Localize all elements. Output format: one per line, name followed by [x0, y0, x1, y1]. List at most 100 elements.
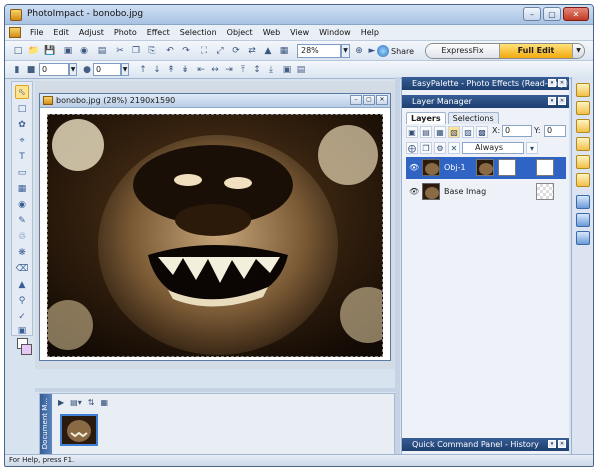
expressfix-button[interactable]: ExpressFix	[426, 44, 500, 58]
clone-tool-icon[interactable]: ♲	[15, 230, 29, 244]
easypalette-expand-icon[interactable]: ▾	[548, 79, 556, 87]
redo-icon[interactable]: ↷	[179, 44, 193, 58]
close-button[interactable]: ✕	[563, 7, 589, 21]
paint-on-edges-tool-icon[interactable]: ▣	[15, 324, 29, 338]
document-menu-icon[interactable]	[9, 27, 21, 38]
menu-object[interactable]: Object	[222, 28, 258, 37]
crop-tool-icon[interactable]: ⌖	[15, 134, 29, 148]
layer-row-base-image[interactable]: 👁 Base Imag	[406, 181, 566, 203]
layer-options-icon[interactable]: ⚙	[434, 142, 446, 154]
print-icon[interactable]: ▤	[95, 44, 109, 58]
open-folder-icon[interactable]: 📁	[27, 44, 41, 58]
cut-icon[interactable]: ✂	[113, 44, 127, 58]
vertical-splitter[interactable]	[395, 77, 400, 461]
tab-layers[interactable]: Layers	[406, 112, 446, 124]
quick-command-header[interactable]: Quick Command Panel - History ▾ ✕	[402, 438, 569, 451]
layer-align-icon[interactable]: ▨	[462, 126, 474, 138]
tab-selections[interactable]: Selections	[447, 112, 499, 124]
align-middle-icon[interactable]: ↕	[251, 64, 263, 76]
base-visibility-eye-icon[interactable]: 👁	[409, 187, 419, 196]
move-bottom-icon[interactable]: ↡	[179, 64, 191, 76]
brush-shape-icon[interactable]: ■	[25, 64, 37, 76]
menu-view[interactable]: View	[285, 28, 314, 37]
color-panel-toggle-icon[interactable]	[576, 173, 590, 187]
pin-icon[interactable]: ▮	[11, 64, 23, 76]
merge-dropdown-arrow-icon[interactable]: ▾	[526, 142, 538, 154]
menu-adjust[interactable]: Adjust	[74, 28, 109, 37]
horizontal-splitter[interactable]	[35, 388, 395, 392]
new-file-icon[interactable]: □	[11, 44, 25, 58]
sort-icon[interactable]: ⇅	[88, 398, 95, 410]
layer-row-obj-1[interactable]: 👁 Obj-1	[406, 157, 566, 179]
easypalette-header[interactable]: EasyPalette - Photo Effects (Read-only) …	[402, 77, 569, 90]
layer-merge-icon[interactable]: ▤	[420, 126, 432, 138]
spin-arrow-1-icon[interactable]: ▼	[69, 63, 77, 76]
spin-field-2[interactable]: 0	[93, 63, 121, 76]
menu-web[interactable]: Web	[258, 28, 285, 37]
paint-brush-tool-icon[interactable]: ✎	[15, 214, 29, 228]
doc-minimize-button[interactable]: –	[350, 95, 362, 105]
delete-layer-icon[interactable]: ✕	[448, 142, 460, 154]
quick-command-toggle-icon[interactable]	[576, 119, 590, 133]
quick-command-close-icon[interactable]: ✕	[558, 440, 566, 448]
lasso-tool-icon[interactable]: ✿	[15, 118, 29, 132]
crop-icon[interactable]: ⛶	[197, 44, 211, 58]
shape-tool-icon[interactable]: ▭	[15, 166, 29, 180]
scan-icon[interactable]: ▣	[61, 44, 75, 58]
easypalette-toggle-icon[interactable]	[576, 83, 590, 97]
mode-dropdown-arrow-icon[interactable]: ▼	[572, 44, 584, 58]
document-manager-toggle-icon[interactable]	[576, 195, 590, 209]
soft-edge-icon[interactable]: ●	[81, 64, 93, 76]
menu-file[interactable]: File	[25, 28, 48, 37]
align-right-icon[interactable]: ⇥	[223, 64, 235, 76]
move-down-icon[interactable]: ↓	[151, 64, 163, 76]
menu-window[interactable]: Window	[314, 28, 356, 37]
fill-icon[interactable]: ▲	[261, 44, 275, 58]
layer-lock-icon[interactable]: ▣	[406, 126, 418, 138]
camera-icon[interactable]: ◉	[77, 44, 91, 58]
play-icon[interactable]: ▶	[58, 398, 64, 410]
selection-tool-icon[interactable]: □	[15, 102, 29, 116]
paste-icon[interactable]: ⎘	[145, 44, 159, 58]
zoom-tool-icon[interactable]: ⚲	[15, 294, 29, 308]
copy-icon[interactable]: ❐	[129, 44, 143, 58]
menu-photo[interactable]: Photo	[109, 28, 142, 37]
info-panel-toggle-icon[interactable]	[576, 213, 590, 227]
thumbnail-options-icon[interactable]: ▦	[100, 398, 108, 410]
document-title-bar[interactable]: bonobo.jpg (28%) 2190x1590 – ▢ ✕	[40, 94, 390, 108]
eyedropper-tool-icon[interactable]: ✓	[15, 310, 29, 324]
layer-mode-icon[interactable]: ▧	[448, 126, 460, 138]
pick-tool-icon[interactable]: ⬁	[15, 85, 29, 99]
navigator-toggle-icon[interactable]	[576, 231, 590, 245]
foreground-color-swatch[interactable]	[21, 344, 32, 355]
merge-option-select[interactable]: Always	[462, 142, 524, 154]
group-icon[interactable]: ▣	[281, 64, 293, 76]
fit-window-icon[interactable]: ▦	[277, 44, 291, 58]
zoom-dropdown-arrow-icon[interactable]: ▼	[341, 44, 350, 58]
layer-manager-expand-icon[interactable]: ▾	[548, 97, 556, 105]
fill-tool-icon[interactable]: ▲	[15, 278, 29, 292]
align-bottom-icon[interactable]: ⤓	[265, 64, 277, 76]
transform-tool-icon[interactable]: ▦	[15, 182, 29, 196]
menu-effect[interactable]: Effect	[142, 28, 175, 37]
doc-restore-button[interactable]: ▢	[363, 95, 375, 105]
eraser-tool-icon[interactable]: ⌫	[15, 262, 29, 276]
move-top-icon[interactable]: ↟	[165, 64, 177, 76]
duplicate-layer-icon[interactable]: ❐	[420, 142, 432, 154]
layer-manager-toggle-icon[interactable]	[576, 101, 590, 115]
undo-icon[interactable]: ↶	[163, 44, 177, 58]
document-thumbnail[interactable]	[60, 414, 98, 446]
x-field[interactable]: 0	[502, 125, 532, 137]
layer-properties-icon[interactable]: ▩	[476, 126, 488, 138]
layer-group-icon[interactable]: ▦	[434, 126, 446, 138]
photoimpact-app-icon[interactable]	[10, 9, 22, 21]
text-tool-icon[interactable]: T	[15, 150, 29, 164]
image-canvas[interactable]	[47, 114, 383, 357]
align-center-icon[interactable]: ↔	[209, 64, 221, 76]
maximize-button[interactable]: ▢	[543, 7, 561, 21]
zoom-select[interactable]: 28%	[297, 44, 341, 58]
ungroup-icon[interactable]: ▤	[295, 64, 307, 76]
quick-command-expand-icon[interactable]: ▾	[548, 440, 556, 448]
layer-visibility-eye-icon[interactable]: 👁	[409, 163, 419, 172]
menu-help[interactable]: Help	[356, 28, 384, 37]
